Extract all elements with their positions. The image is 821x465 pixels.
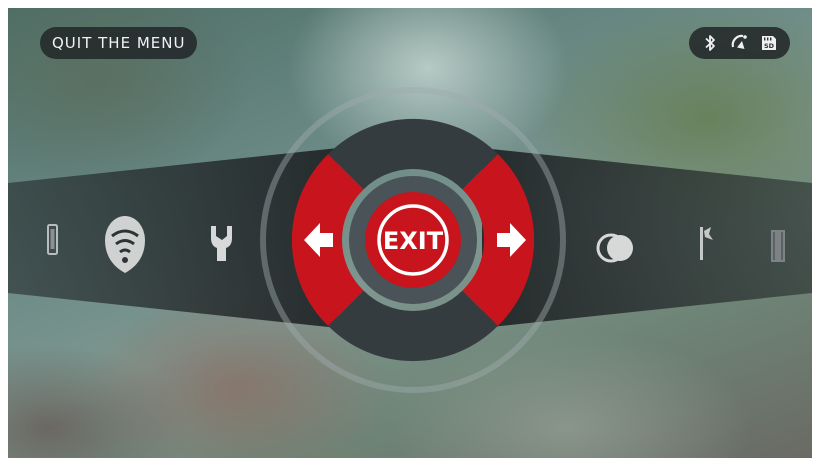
quit-menu-label: QUIT THE MENU — [52, 34, 186, 52]
wifi-signal-icon — [732, 34, 748, 49]
exit-button[interactable]: EXIT — [365, 192, 461, 288]
menu-screen: EXIT QUIT THE MENU SD — [8, 8, 812, 458]
status-bar: SD — [689, 27, 790, 59]
exit-label: EXIT — [383, 227, 444, 255]
bluetooth-icon — [705, 35, 715, 51]
film-icon[interactable] — [771, 230, 785, 262]
sd-card-icon: SD — [762, 36, 777, 50]
radial-menu: EXIT — [8, 87, 812, 393]
quit-menu-button[interactable]: QUIT THE MENU — [40, 27, 198, 59]
sd-card-label: SD — [764, 42, 775, 50]
